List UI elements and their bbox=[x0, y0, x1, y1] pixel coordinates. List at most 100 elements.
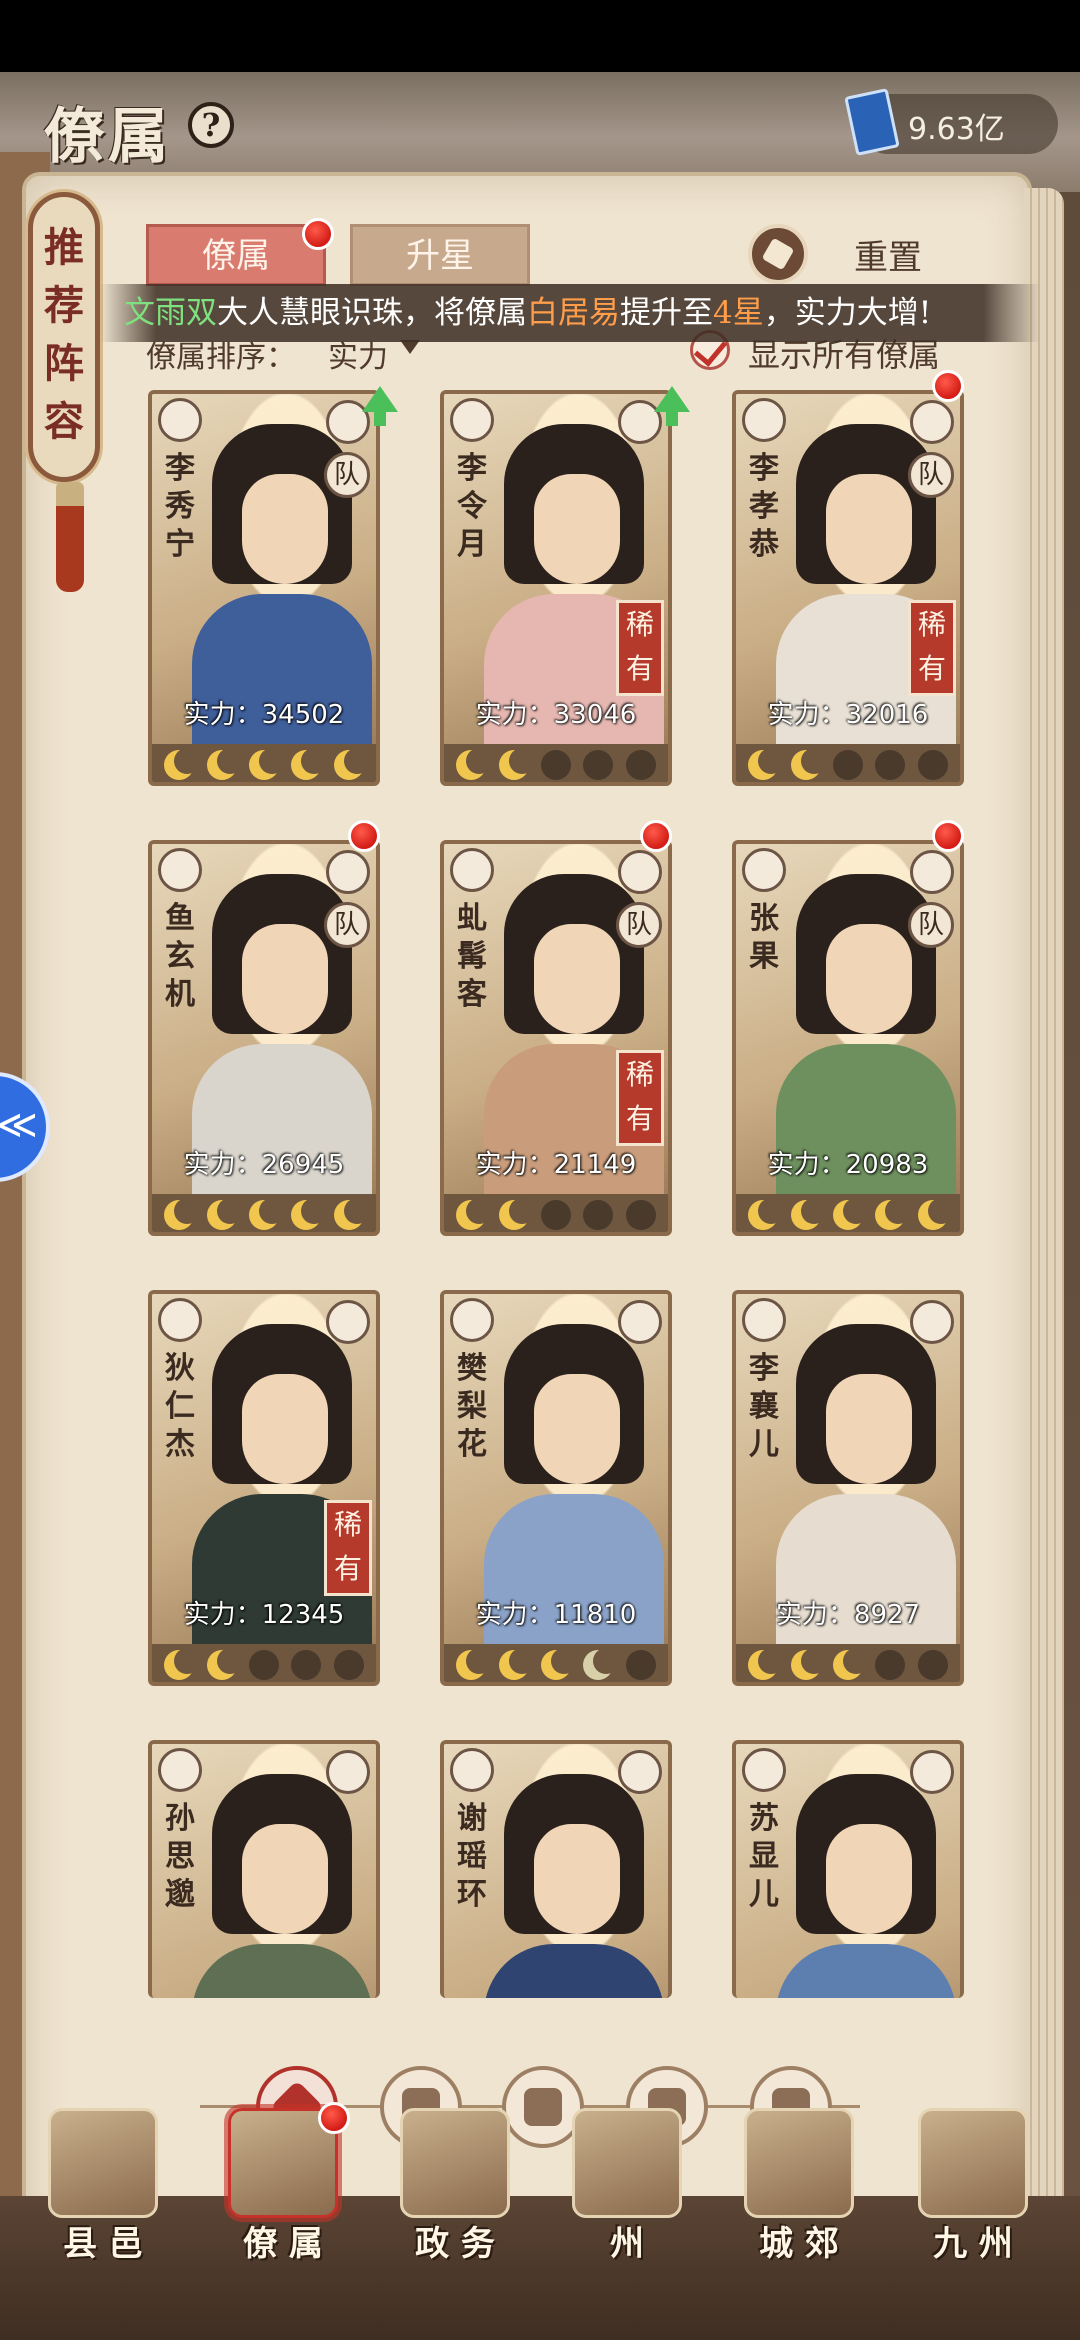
rarity-badge: 稀有 bbox=[616, 600, 664, 696]
retainer-type-icon bbox=[450, 848, 494, 892]
retainer-skill-icon bbox=[326, 1750, 370, 1794]
team-badge: 队 bbox=[616, 902, 662, 948]
star-rating bbox=[152, 1194, 376, 1232]
star-rating bbox=[444, 1194, 668, 1232]
moon-star-icon bbox=[164, 1648, 201, 1680]
moon-star-icon bbox=[540, 750, 571, 780]
rarity-badge: 稀有 bbox=[616, 1050, 664, 1146]
retainer-power: 实力：20983 bbox=[767, 1150, 929, 1180]
moon-star-icon bbox=[498, 748, 535, 780]
moon-star-icon bbox=[790, 1198, 827, 1230]
notification-dot bbox=[932, 370, 964, 402]
moon-star-icon bbox=[917, 1198, 954, 1230]
portrait-face bbox=[534, 1824, 620, 1934]
retainer-card[interactable]: 谢瑶环 bbox=[440, 1740, 672, 1998]
notification-dot bbox=[640, 820, 672, 852]
retainer-card[interactable]: 虬髯客 队稀有实力：21149 bbox=[440, 840, 672, 1236]
nav-item[interactable]: 九 州 bbox=[898, 2108, 1048, 2268]
moon-star-icon bbox=[498, 1198, 535, 1230]
nav-label: 州 bbox=[610, 2224, 644, 2264]
retainer-name: 李令月 bbox=[457, 451, 487, 562]
moon-star-icon bbox=[456, 1648, 493, 1680]
retainer-skill-icon bbox=[910, 1750, 954, 1794]
nav-label: 县 邑 bbox=[63, 2224, 143, 2264]
moon-star-icon bbox=[790, 1648, 827, 1680]
retainer-card[interactable]: 张果 队实力：20983 bbox=[732, 840, 964, 1236]
moon-star-icon bbox=[625, 1650, 656, 1680]
nav-item[interactable]: 城 郊 bbox=[724, 2108, 874, 2268]
moon-star-icon bbox=[291, 1650, 322, 1680]
moon-star-icon bbox=[875, 1650, 906, 1680]
portrait-robe bbox=[484, 1944, 664, 1998]
retainer-type-icon bbox=[450, 1298, 494, 1342]
star-rating bbox=[736, 1194, 960, 1232]
retainer-power: 实力：21149 bbox=[475, 1150, 637, 1180]
nav-item[interactable]: 县 邑 bbox=[28, 2108, 178, 2268]
nav-item[interactable]: 政 务 bbox=[380, 2108, 530, 2268]
portrait-face bbox=[534, 924, 620, 1034]
retainer-name: 谢瑶环 bbox=[457, 1801, 487, 1912]
retainer-card[interactable]: 鱼玄机 队实力：26945 bbox=[148, 840, 380, 1236]
retainer-card[interactable]: 李孝恭 队稀有实力：32016 bbox=[732, 390, 964, 786]
portrait-face bbox=[242, 924, 328, 1034]
moon-star-icon bbox=[790, 748, 827, 780]
portrait-face bbox=[242, 474, 328, 584]
portrait-face bbox=[826, 474, 912, 584]
rarity-badge: 稀有 bbox=[324, 1500, 372, 1596]
moon-star-icon bbox=[248, 748, 285, 780]
retainer-power: 实力：26945 bbox=[183, 1150, 345, 1180]
moon-star-icon bbox=[917, 750, 948, 780]
retainer-card[interactable]: 李秀宁 队实力：34502 bbox=[148, 390, 380, 786]
moon-star-icon bbox=[875, 750, 906, 780]
retainer-skill-icon bbox=[910, 850, 954, 894]
portrait-face bbox=[242, 1374, 328, 1484]
upgrade-arrow-icon bbox=[362, 386, 398, 426]
star-rating bbox=[152, 1644, 376, 1682]
retainer-power: 实力：32016 bbox=[767, 700, 929, 730]
nav-label: 僚 属 bbox=[243, 2224, 323, 2264]
retainers-screen: 僚属 ? 9.63亿 推荐阵容 僚属 升星 重置 僚属排序： 实力 显示所有僚属… bbox=[0, 72, 1080, 2340]
retainer-card[interactable]: 李令月稀有实力：33046 bbox=[440, 390, 672, 786]
nav-item[interactable]: 州 bbox=[552, 2108, 702, 2268]
nav-icon bbox=[48, 2108, 158, 2218]
team-badge: 队 bbox=[908, 452, 954, 498]
retainer-portrait bbox=[152, 394, 376, 754]
moon-star-icon bbox=[540, 1648, 577, 1680]
retainer-type-icon bbox=[158, 1298, 202, 1342]
retainer-type-icon bbox=[158, 398, 202, 442]
moon-star-icon bbox=[748, 1648, 785, 1680]
retainer-portrait bbox=[736, 844, 960, 1204]
moon-star-icon bbox=[583, 1200, 614, 1230]
retainer-type-icon bbox=[158, 1748, 202, 1792]
star-rating bbox=[736, 1644, 960, 1682]
team-badge: 队 bbox=[324, 902, 370, 948]
portrait-face bbox=[826, 1374, 912, 1484]
star-rating bbox=[444, 744, 668, 782]
retainer-type-icon bbox=[742, 1298, 786, 1342]
retainer-type-icon bbox=[158, 848, 202, 892]
nav-icon bbox=[744, 2108, 854, 2218]
retainer-name: 孙思邈 bbox=[165, 1801, 195, 1912]
retainer-card[interactable]: 樊梨花实力：11810 bbox=[440, 1290, 672, 1686]
nav-icon bbox=[918, 2108, 1028, 2218]
notification-dot bbox=[348, 820, 380, 852]
retainer-name: 虬髯客 bbox=[457, 901, 487, 1012]
retainer-skill-icon bbox=[618, 850, 662, 894]
nav-label: 城 郊 bbox=[759, 2224, 839, 2264]
retainer-name: 樊梨花 bbox=[457, 1351, 487, 1462]
retainer-power: 实力：34502 bbox=[183, 700, 345, 730]
retainer-card[interactable]: 孙思邈 bbox=[148, 1740, 380, 1998]
retainer-card[interactable]: 李襄儿实力：8927 bbox=[732, 1290, 964, 1686]
moon-star-icon bbox=[875, 1198, 912, 1230]
moon-star-icon bbox=[333, 1198, 370, 1230]
moon-star-icon bbox=[333, 1650, 364, 1680]
retainer-type-icon bbox=[450, 398, 494, 442]
retainer-card[interactable]: 狄仁杰稀有实力：12345 bbox=[148, 1290, 380, 1686]
retainer-card[interactable]: 苏显儿 bbox=[732, 1740, 964, 1998]
moon-star-icon bbox=[164, 748, 201, 780]
moon-star-icon bbox=[832, 1648, 869, 1680]
moon-star-icon bbox=[832, 750, 863, 780]
moon-star-icon bbox=[291, 1198, 328, 1230]
portrait-face bbox=[826, 924, 912, 1034]
moon-star-icon bbox=[333, 748, 370, 780]
